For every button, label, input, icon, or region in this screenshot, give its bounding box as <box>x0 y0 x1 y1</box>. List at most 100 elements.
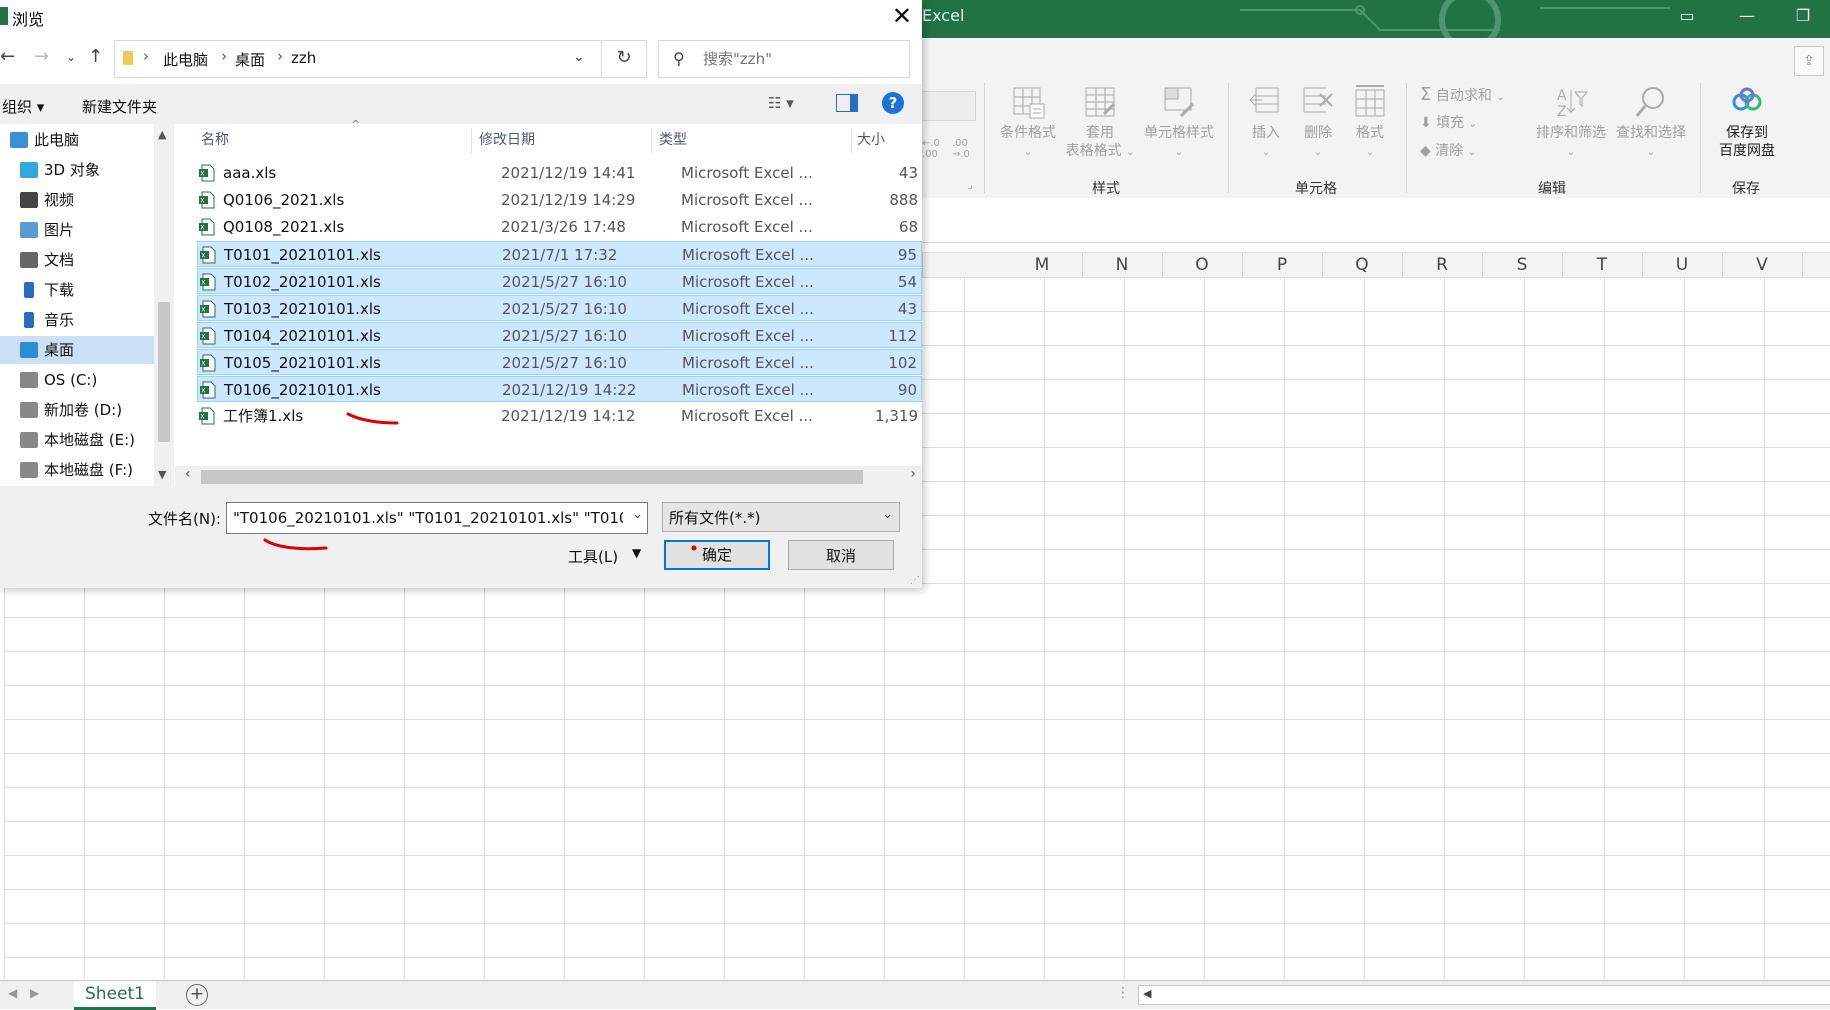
filename-combo[interactable]: ⌄ <box>226 502 648 534</box>
address-bar[interactable]: › 此电脑 › 桌面 › zzh ⌄ <box>114 40 602 78</box>
cell-styles-button[interactable]: 单元格样式 ⌄ <box>1138 84 1220 162</box>
share-icon[interactable]: ⇪ <box>1794 46 1824 76</box>
file-row[interactable]: X T0105_20210101.xls 2021/5/27 16:10 Micros… <box>197 349 922 375</box>
scroll-divider-icon[interactable]: ⋮ <box>1116 985 1130 1001</box>
nav-scrollbar[interactable]: ▲ ▼ <box>154 124 174 486</box>
scroll-up-icon[interactable]: ▲ <box>158 128 166 141</box>
tools-dropdown-icon[interactable]: ▼ <box>632 546 641 560</box>
increase-decimal-icon[interactable]: ←.0.00 <box>922 138 940 160</box>
column-header-cell[interactable]: N <box>1082 253 1163 277</box>
preview-pane-icon[interactable] <box>836 94 858 112</box>
scroll-left-icon[interactable]: ◀ <box>1143 987 1151 1000</box>
autosum-button[interactable]: Σ 自动求和 ⌄ <box>1420 84 1505 105</box>
nav-item[interactable]: 新加卷 (D:) <box>0 396 154 424</box>
organize-button[interactable]: 组织 ▾ <box>2 96 44 117</box>
filetype-select[interactable]: 所有文件(*.*) ⌄ <box>662 502 900 532</box>
nav-item[interactable]: 音乐 <box>0 306 154 334</box>
fill-button[interactable]: ⬇ 填充 ⌄ <box>1420 112 1477 132</box>
sheet-prev-icon[interactable]: ◀ <box>8 986 17 1000</box>
file-row[interactable]: Xaaa.xls 2021/12/19 14:41 Microsoft Excel … <box>197 160 922 186</box>
nav-item[interactable]: OS (C:) <box>0 366 154 394</box>
file-row[interactable]: X T0101_20210101.xls 2021/7/1 17:32 Microso… <box>197 241 922 267</box>
nav-scroll-thumb[interactable] <box>158 302 170 442</box>
chevron-down-icon[interactable]: ⌄ <box>573 49 585 65</box>
column-header-name[interactable]: 名称 <box>201 124 229 156</box>
file-row[interactable]: X Q0106_2021.xls 2021/12/19 14:29 Microsoft… <box>197 187 922 213</box>
nav-item[interactable]: 文档 <box>0 246 154 274</box>
file-row[interactable]: X T0102_20210101.xls 2021/5/27 16:10 Micros… <box>197 268 922 294</box>
up-arrow-icon[interactable]: ↑ <box>88 46 103 67</box>
delete-cells-button[interactable]: 删除 ⌄ <box>1292 84 1344 162</box>
scroll-left-icon[interactable]: ‹ <box>185 466 191 482</box>
search-input[interactable] <box>701 47 905 71</box>
minimize-icon[interactable]: — <box>1732 6 1762 25</box>
forward-arrow-icon[interactable]: → <box>34 46 49 67</box>
insert-cells-button[interactable]: 插入 ⌄ <box>1240 84 1292 162</box>
column-header-cell[interactable]: P <box>1242 253 1323 277</box>
column-header-size[interactable]: 大小 <box>857 124 885 156</box>
file-list-horizontal-scrollbar[interactable]: ‹ › <box>175 466 922 486</box>
column-header-cell[interactable]: R <box>1402 253 1483 277</box>
sort-filter-button[interactable]: AZ 排序和筛选 ⌄ <box>1532 84 1610 162</box>
recent-locations-icon[interactable]: ⌄ <box>66 50 76 64</box>
nav-item[interactable]: 3D 对象 <box>0 156 154 184</box>
find-select-button[interactable]: 查找和选择 ⌄ <box>1612 84 1690 162</box>
search-box[interactable]: ⚲ <box>658 40 910 78</box>
tools-button[interactable]: 工具(L) <box>568 546 618 567</box>
chevron-down-icon[interactable]: ⌄ <box>632 507 643 522</box>
column-header-cell[interactable]: T <box>1562 253 1643 277</box>
file-row[interactable]: X Q0108_2021.xls 2021/3/26 17:48 Microsoft … <box>197 214 922 240</box>
column-header-date[interactable]: 修改日期 <box>479 124 535 156</box>
column-divider[interactable] <box>851 128 852 154</box>
column-divider[interactable] <box>651 128 652 154</box>
nav-item[interactable]: 本地磁盘 (F:) <box>0 456 154 484</box>
breadcrumb-separator-icon[interactable]: › <box>143 47 149 65</box>
column-header-cell[interactable]: Q <box>1322 253 1403 277</box>
sheet-next-icon[interactable]: ▶ <box>30 986 39 1000</box>
conditional-format-button[interactable]: 条件格式 ⌄ <box>992 84 1064 162</box>
column-header-cell[interactable]: M <box>1002 253 1083 277</box>
help-icon[interactable]: ? <box>882 92 904 114</box>
file-row[interactable]: X 工作簿1.xls 2021/12/19 14:12 Microsoft Excel… <box>197 403 922 429</box>
cancel-button[interactable]: 取消 <box>788 540 894 570</box>
nav-item[interactable]: 视频 <box>0 186 154 214</box>
nav-item[interactable]: 下载 <box>0 276 154 304</box>
resize-grip-icon[interactable]: ⋰ <box>910 575 920 586</box>
nav-item[interactable]: 图片 <box>0 216 154 244</box>
decrease-decimal-icon[interactable]: .00 →.0 <box>952 138 970 160</box>
sheet-tab-sheet1[interactable]: Sheet1 <box>74 981 156 1010</box>
format-cells-button[interactable]: 格式 ⌄ <box>1344 84 1396 162</box>
excel-horizontal-scrollbar[interactable]: ◀ <box>1138 985 1830 1005</box>
add-sheet-icon[interactable]: + <box>186 984 208 1006</box>
format-as-table-button[interactable]: 套用 表格格式 ⌄ <box>1064 84 1136 162</box>
nav-item[interactable]: 此电脑 <box>0 126 154 154</box>
breadcrumb-zzh[interactable]: zzh <box>291 49 316 67</box>
restore-icon[interactable]: ❐ <box>1788 6 1818 25</box>
horizontal-scroll-thumb[interactable] <box>201 470 863 484</box>
new-folder-button[interactable]: 新建文件夹 <box>82 96 157 117</box>
ribbon-display-icon[interactable]: ▭ <box>1672 6 1702 25</box>
column-header-cell[interactable]: V <box>1722 253 1803 277</box>
column-header-cell[interactable]: U <box>1642 253 1723 277</box>
file-row[interactable]: X T0104_20210101.xls 2021/5/27 16:10 Micros… <box>197 322 922 348</box>
ok-button[interactable]: 确定 <box>664 540 770 570</box>
column-header-type[interactable]: 类型 <box>659 124 687 156</box>
number-format-combo[interactable] <box>920 91 976 121</box>
breadcrumb-separator-icon[interactable]: › <box>221 47 227 65</box>
back-arrow-icon[interactable]: ← <box>0 46 15 67</box>
filename-input[interactable] <box>231 507 625 529</box>
column-header-cell[interactable]: O <box>1162 253 1243 277</box>
breadcrumb-this-pc[interactable]: 此电脑 <box>163 49 208 70</box>
file-row[interactable]: X T0103_20210101.xls 2021/5/27 16:10 Micros… <box>197 295 922 321</box>
column-header-cell[interactable]: W <box>1802 253 1830 277</box>
scroll-down-icon[interactable]: ▼ <box>158 468 166 481</box>
clear-button[interactable]: ◆ 清除 ⌄ <box>1420 140 1476 160</box>
save-to-baidu-button[interactable]: 保存到 百度网盘 <box>1708 84 1786 160</box>
dialog-launcher-icon[interactable]: ⌟ <box>968 180 973 191</box>
column-divider[interactable] <box>471 128 472 154</box>
close-icon[interactable]: ✕ <box>892 2 912 30</box>
scroll-right-icon[interactable]: › <box>910 466 916 482</box>
breadcrumb-separator-icon[interactable]: › <box>277 47 283 65</box>
breadcrumb-desktop[interactable]: 桌面 <box>235 49 265 70</box>
file-row[interactable]: X T0106_20210101.xls 2021/12/19 14:22 Micro… <box>197 376 922 402</box>
